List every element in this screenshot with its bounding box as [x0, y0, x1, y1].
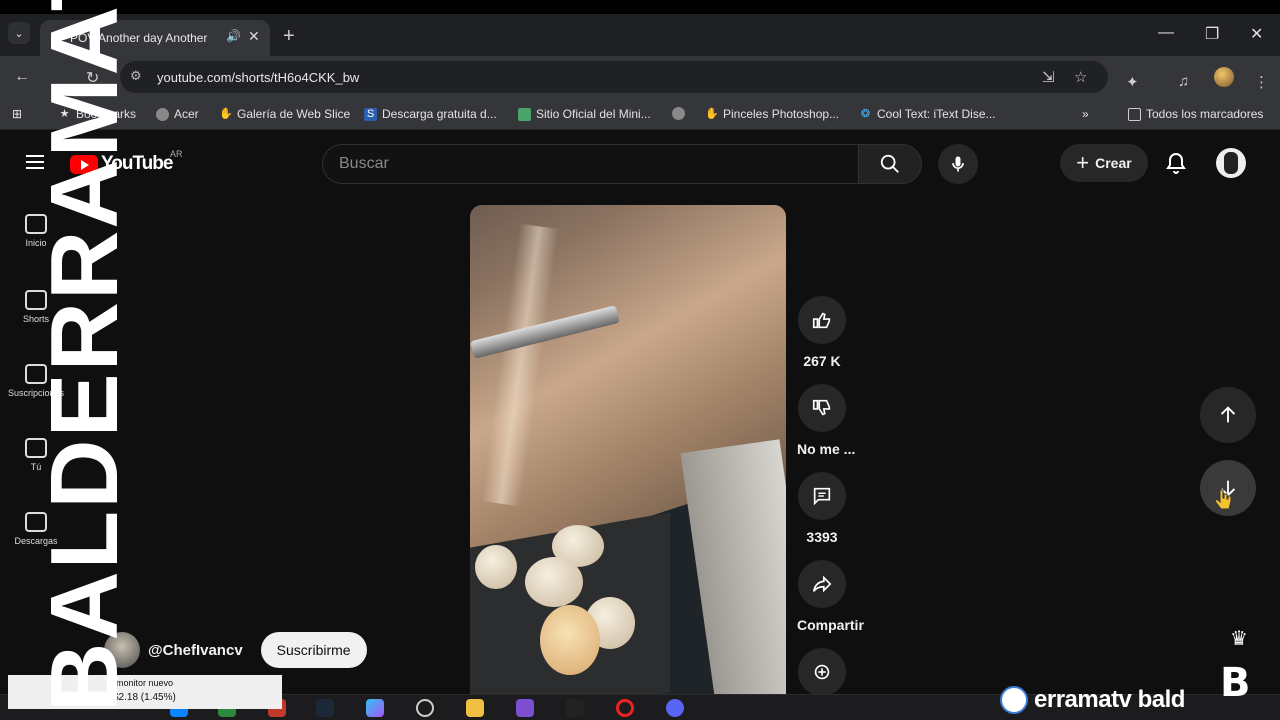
- thumbs-up-icon: [812, 312, 831, 329]
- back-icon[interactable]: ←: [14, 68, 30, 86]
- bookmark-item[interactable]: ✋ Pinceles Photoshop...: [705, 107, 839, 121]
- mouse-cursor-hand-icon: [1214, 489, 1232, 510]
- steam-icon[interactable]: [316, 699, 334, 717]
- restore-icon[interactable]: ❐: [1205, 24, 1219, 44]
- previous-short-button[interactable]: [1200, 387, 1256, 443]
- create-label: Crear: [1095, 155, 1132, 171]
- bookmark-label: Acer: [174, 107, 199, 121]
- share-icon: [812, 575, 832, 593]
- like-button[interactable]: 267 K: [797, 296, 847, 369]
- bookmark-label: Descarga gratuita d...: [382, 107, 497, 121]
- microphone-icon: [952, 156, 964, 172]
- create-button[interactable]: + Crear: [1060, 144, 1148, 182]
- plus-icon: +: [1076, 150, 1090, 175]
- comment-count: 3393: [806, 529, 838, 545]
- copilot-icon[interactable]: [366, 699, 384, 717]
- bookmark-item[interactable]: ✋ Galería de Web Slice: [219, 107, 350, 121]
- like-count: 267 K: [803, 353, 841, 369]
- channel-name[interactable]: @ChefIvancv: [148, 642, 243, 659]
- country-code: AR: [170, 149, 183, 159]
- subscribe-button[interactable]: Suscribirme: [260, 632, 367, 668]
- discord-icon[interactable]: [666, 699, 684, 717]
- remix-button[interactable]: [797, 648, 847, 696]
- dislike-button[interactable]: No me ...: [797, 384, 856, 457]
- bookmark-label: Sitio Oficial del Mini...: [536, 107, 651, 121]
- search-box[interactable]: [322, 144, 859, 184]
- minimize-icon[interactable]: —: [1158, 24, 1174, 42]
- speaker-icon[interactable]: 🔊: [226, 29, 241, 43]
- app-icon[interactable]: [516, 699, 534, 717]
- remix-icon: [814, 664, 830, 680]
- stream-branding: erramatv bald: [1000, 686, 1185, 714]
- tab-search-dropdown[interactable]: ⌄: [8, 22, 30, 44]
- bookmark-label: Galería de Web Slice: [237, 107, 351, 121]
- voice-search-button[interactable]: [938, 144, 978, 184]
- crown-icon: ♛: [1230, 628, 1248, 650]
- screen-top-border: [0, 0, 1280, 14]
- tf-icon[interactable]: [566, 699, 584, 717]
- dislike-label: No me ...: [797, 441, 856, 457]
- arrow-up-icon: [1220, 406, 1236, 423]
- hand-icon: ✋: [705, 107, 719, 120]
- bookmark-item[interactable]: ❂ Cool Text: iText Dise...: [859, 107, 996, 121]
- omnibox[interactable]: ⚙ youtube.com/shorts/tH6o4CKK_bw ⇲ ☆: [120, 61, 1108, 93]
- bookmark-label: Cool Text: iText Dise...: [877, 107, 996, 121]
- video-frame-egg: [540, 605, 600, 675]
- search-icon: [880, 154, 899, 173]
- media-control-icon[interactable]: ♫: [1178, 73, 1189, 90]
- web-slice-icon: ✋: [219, 107, 233, 120]
- share-label: Compartir: [797, 617, 864, 633]
- opera-icon[interactable]: [616, 699, 634, 717]
- folder-icon: [1128, 107, 1141, 121]
- site-icon: [518, 107, 531, 121]
- short-video-player[interactable]: [470, 205, 786, 695]
- b-logo-icon: B: [1220, 660, 1251, 706]
- channel-info: @ChefIvancv Suscribirme: [104, 632, 367, 668]
- cooltext-icon: ❂: [860, 107, 871, 120]
- url-text[interactable]: youtube.com/shorts/tH6o4CKK_bw: [157, 70, 359, 85]
- account-avatar[interactable]: [1216, 148, 1246, 178]
- bookmarks-bar: ⊞ ★ Bookmarks Acer ✋ Galería de Web Slice …: [0, 98, 1280, 130]
- bookmark-item[interactable]: Sitio Oficial del Mini...: [518, 107, 651, 121]
- video-frame-egg: [525, 557, 583, 607]
- brand-logo: [1000, 686, 1028, 714]
- notifications-bell-icon[interactable]: [1164, 151, 1188, 175]
- globe-icon[interactable]: [672, 107, 685, 120]
- streamer-watermark: BALDERRAMAT: [31, 0, 138, 712]
- softonic-icon: S: [364, 107, 377, 121]
- profile-avatar[interactable]: [1214, 67, 1234, 87]
- extensions-icon[interactable]: ✦: [1126, 73, 1139, 91]
- file-explorer-icon[interactable]: [466, 699, 484, 717]
- all-bookmarks[interactable]: Todos los marcadores: [1128, 107, 1263, 121]
- obs-icon[interactable]: [416, 699, 434, 717]
- bookmark-item[interactable]: S Descarga gratuita d...: [364, 107, 497, 121]
- install-app-icon[interactable]: ⇲: [1042, 68, 1055, 86]
- brand-text: erramatv bald: [1034, 686, 1185, 713]
- apps-icon[interactable]: ⊞: [12, 107, 22, 121]
- comment-icon: [813, 487, 831, 506]
- window-close-icon[interactable]: ✕: [1250, 24, 1263, 44]
- search-input[interactable]: [339, 155, 819, 173]
- search-button[interactable]: [859, 144, 922, 184]
- bookmark-label: Pinceles Photoshop...: [723, 107, 840, 121]
- new-tab-button[interactable]: +: [283, 25, 295, 48]
- bookmark-item[interactable]: Acer: [156, 107, 199, 121]
- comments-button[interactable]: 3393: [797, 472, 847, 545]
- video-frame-egg: [475, 545, 517, 589]
- globe-icon: [156, 107, 169, 121]
- tab-bar: ⌄ POV Another day Another N 🔊 ✕ + — ❐ ✕: [0, 14, 1280, 56]
- youtube-header: YouTube AR + Crear: [0, 131, 1280, 191]
- menu-icon[interactable]: ⋮: [1254, 73, 1269, 91]
- more-bookmarks-icon[interactable]: »: [1082, 107, 1089, 121]
- share-button[interactable]: Compartir: [797, 560, 864, 633]
- all-bookmarks-label: Todos los marcadores: [1146, 107, 1264, 121]
- thumbs-down-icon: [812, 399, 831, 416]
- close-icon[interactable]: ✕: [248, 28, 260, 45]
- star-icon[interactable]: ☆: [1074, 68, 1087, 86]
- address-bar-row: ← ↻ ⚙ youtube.com/shorts/tH6o4CKK_bw ⇲ ☆…: [0, 56, 1280, 98]
